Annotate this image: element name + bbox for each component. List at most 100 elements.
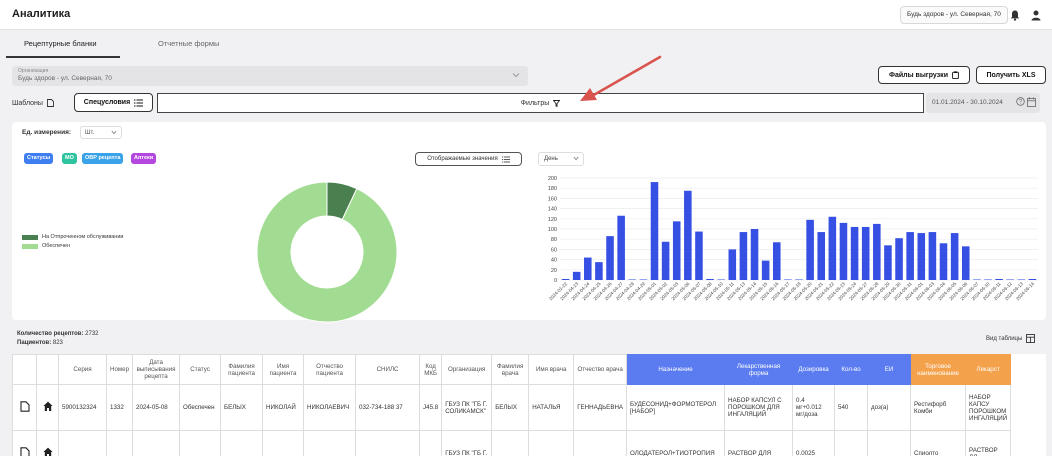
- column-header[interactable]: Дата выписывания рецепта: [132, 354, 181, 385]
- column-header[interactable]: Серия: [58, 354, 107, 385]
- bar[interactable]: [1006, 279, 1014, 280]
- bar[interactable]: [850, 226, 859, 280]
- bar[interactable]: [572, 271, 581, 280]
- bar[interactable]: [561, 278, 570, 280]
- unit-select[interactable]: Шт.: [80, 126, 122, 139]
- table-cell: БУДЕСОНИД+ФОРМОТЕРОЛ [НАБОР]: [626, 384, 726, 431]
- bar[interactable]: [861, 226, 870, 280]
- bar[interactable]: [584, 257, 592, 280]
- column-header[interactable]: Кол-во: [834, 354, 869, 385]
- column-header[interactable]: Торговое наименование: [910, 354, 967, 385]
- bar[interactable]: [761, 260, 770, 280]
- column-header[interactable]: ЕИ: [867, 354, 912, 385]
- bar[interactable]: [717, 279, 725, 280]
- column-header[interactable]: Фамилия пациента: [220, 354, 264, 385]
- bar[interactable]: [750, 229, 759, 280]
- column-header[interactable]: Лекарст: [965, 354, 1012, 385]
- bar[interactable]: [984, 279, 992, 280]
- bar[interactable]: [961, 246, 970, 280]
- column-header[interactable]: Отчество пациента: [303, 354, 357, 385]
- bar[interactable]: [672, 221, 681, 280]
- chip-ovr-recipe[interactable]: ОВР рецепта: [82, 153, 124, 164]
- bar[interactable]: [806, 219, 814, 280]
- special-conditions-button[interactable]: Спецусловия: [74, 93, 153, 112]
- column-header[interactable]: Лекарственная форма: [724, 354, 794, 385]
- home-icon[interactable]: [42, 447, 53, 456]
- bar[interactable]: [817, 232, 826, 280]
- bar[interactable]: [950, 233, 959, 280]
- templates-button[interactable]: Шаблоны: [12, 94, 72, 112]
- org-chip[interactable]: Будь здоров - ул. Северная, 70: [900, 6, 1008, 24]
- bar[interactable]: [661, 241, 670, 280]
- bar[interactable]: [917, 233, 926, 280]
- bar[interactable]: [839, 222, 848, 280]
- bell-icon[interactable]: [1007, 7, 1023, 23]
- bar[interactable]: [695, 231, 703, 280]
- column-header[interactable]: Код МКБ: [419, 354, 443, 385]
- bar[interactable]: [772, 242, 781, 280]
- bar[interactable]: [939, 243, 948, 280]
- bar[interactable]: [606, 236, 614, 280]
- column-header[interactable]: Организация: [441, 354, 493, 385]
- bar[interactable]: [895, 238, 903, 280]
- bar[interactable]: [595, 262, 603, 280]
- chip-pharmacies[interactable]: Аптеки: [131, 153, 157, 164]
- column-header[interactable]: Имя врача: [528, 354, 575, 385]
- bar[interactable]: [684, 190, 692, 280]
- get-xls-button[interactable]: Получить XLS: [976, 66, 1046, 84]
- column-header[interactable]: [12, 354, 37, 385]
- column-header[interactable]: Фамилия врача: [491, 354, 530, 385]
- bar[interactable]: [884, 245, 892, 280]
- document-icon[interactable]: [19, 401, 30, 412]
- bar[interactable]: [995, 278, 1003, 280]
- bar[interactable]: [873, 223, 881, 280]
- home-icon-cell[interactable]: [36, 430, 59, 456]
- bar[interactable]: [784, 279, 792, 280]
- home-icon[interactable]: [42, 401, 53, 412]
- export-files-button[interactable]: Файлы выгрузки: [878, 66, 970, 84]
- home-icon-cell[interactable]: [36, 384, 59, 431]
- bar[interactable]: [906, 232, 914, 280]
- bar[interactable]: [739, 232, 748, 280]
- bar[interactable]: [1017, 279, 1026, 280]
- column-header[interactable]: Статус: [179, 354, 222, 385]
- date-range-field[interactable]: 01.01.2024 - 30.10.2024 ?: [926, 93, 1040, 113]
- bar[interactable]: [650, 182, 659, 280]
- document-icon[interactable]: [19, 447, 30, 456]
- chip-statuses[interactable]: Статусы: [24, 153, 54, 164]
- display-values-button[interactable]: Отображаемые значения: [415, 152, 522, 166]
- tab-report-forms[interactable]: Отчетные формы: [158, 39, 219, 48]
- bar[interactable]: [828, 216, 837, 280]
- bar[interactable]: [973, 279, 981, 280]
- document-icon-cell[interactable]: [12, 430, 37, 456]
- donut-slice[interactable]: [256, 181, 398, 323]
- column-header[interactable]: Отчество врача: [573, 354, 628, 385]
- period-select[interactable]: День: [538, 152, 584, 166]
- table-cell: 0.0025: [792, 430, 836, 456]
- bar[interactable]: [617, 215, 625, 280]
- table-row[interactable]: 5900132324 1332 2024-05-08 Обеспечен БЕЛЫХ НИ…: [12, 384, 1012, 431]
- column-header[interactable]: Номер: [105, 354, 134, 385]
- bar[interactable]: [1028, 278, 1037, 280]
- bar[interactable]: [795, 279, 803, 280]
- chip-mo[interactable]: МО: [62, 153, 77, 164]
- bar[interactable]: [728, 249, 737, 280]
- help-icon[interactable]: ?: [1016, 97, 1025, 106]
- filters-bar[interactable]: Фильтры: [157, 93, 924, 113]
- column-header[interactable]: СНИЛС: [355, 354, 421, 385]
- organization-select[interactable]: Организация Будь здоров - ул. Северная, …: [12, 66, 528, 86]
- tab-prescription-forms[interactable]: Рецептурные бланки: [24, 39, 97, 48]
- calendar-icon[interactable]: [1027, 97, 1036, 107]
- column-header[interactable]: Имя пациента: [262, 354, 305, 385]
- view-table-button[interactable]: Вид таблицы: [986, 334, 1036, 343]
- bar[interactable]: [928, 232, 937, 280]
- document-icon-cell[interactable]: [12, 384, 37, 431]
- bar[interactable]: [639, 279, 648, 280]
- bar[interactable]: [628, 279, 637, 280]
- column-header[interactable]: [36, 354, 59, 385]
- table-row[interactable]: ГБУЗ ПК "ГБ Г. ОЛОДАТЕРОЛ+ТИОТРОПИЯ РАСТВО…: [12, 430, 1012, 456]
- bar[interactable]: [706, 278, 714, 280]
- user-icon[interactable]: [1028, 7, 1044, 23]
- column-header[interactable]: Назначение: [626, 354, 726, 385]
- column-header[interactable]: Дозировка: [792, 354, 836, 385]
